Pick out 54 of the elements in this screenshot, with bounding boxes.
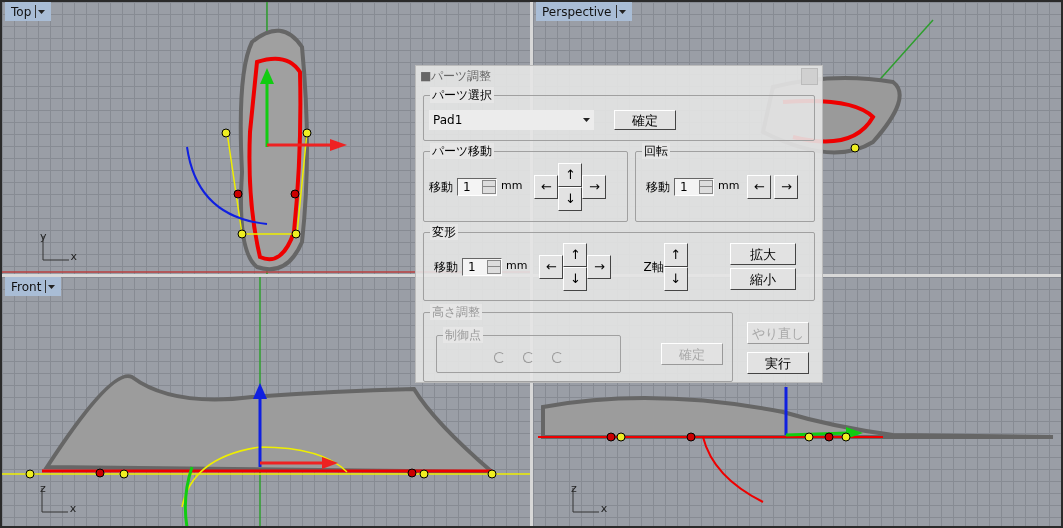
dialog-title: ■パーツ調整 xyxy=(420,68,492,85)
number-spinner[interactable]: 1 xyxy=(462,257,502,276)
spin-arrows-icon xyxy=(487,259,501,274)
unit-label: mm xyxy=(506,258,528,275)
spin-arrows-icon xyxy=(482,179,496,194)
up-arrow-button[interactable]: ↑ xyxy=(558,162,583,187)
group-title: 変形 xyxy=(430,224,458,240)
spin-label: 移動 xyxy=(434,258,458,276)
axis-label: z xyxy=(40,483,46,494)
axis-label: x xyxy=(600,503,608,514)
spin-arrows-icon xyxy=(699,179,713,194)
unit-label: mm xyxy=(718,178,740,195)
z-axis-label: Z軸 xyxy=(643,258,664,276)
confirm-button[interactable]: 確定 xyxy=(614,110,676,130)
dropdown-caret-icon xyxy=(583,118,590,122)
axis-label: x xyxy=(70,251,78,262)
close-button[interactable] xyxy=(801,67,818,85)
axis-label: x xyxy=(69,503,77,514)
spin-label: 移動 xyxy=(646,178,670,196)
up-arrow-button[interactable]: ↑ xyxy=(663,242,688,267)
group-title: パーツ移動 xyxy=(430,143,494,159)
number-spinner[interactable]: 1 xyxy=(674,177,714,196)
right-arrow-button[interactable]: → xyxy=(774,174,799,199)
axis-icon xyxy=(39,488,70,514)
group-title: 制御点 xyxy=(443,327,483,343)
viewport-tab[interactable]: Perspective xyxy=(536,2,632,21)
right-arrow-button[interactable]: → xyxy=(582,174,607,199)
dropdown-caret-icon xyxy=(48,284,56,289)
axis-label: z xyxy=(571,483,577,494)
spin-label: 移動 xyxy=(429,178,453,196)
down-arrow-button[interactable]: ↓ xyxy=(663,266,688,291)
group-title: 高さ調整 xyxy=(430,304,482,320)
viewport-tab[interactable]: Top xyxy=(5,2,52,21)
dropdown-caret-icon xyxy=(618,9,626,14)
down-arrow-button[interactable]: ↓ xyxy=(558,186,583,211)
up-arrow-button[interactable]: ↑ xyxy=(563,242,588,267)
unit-label: mm xyxy=(501,178,523,195)
axis-icon xyxy=(40,236,71,262)
dropdown-caret-icon xyxy=(38,9,46,14)
parts-dropdown[interactable]: Pad1 xyxy=(429,110,594,130)
number-spinner[interactable]: 1 xyxy=(457,177,497,196)
enlarge-button[interactable]: 拡大 xyxy=(729,243,796,265)
viewport-tab[interactable]: Front xyxy=(5,277,62,296)
run-button[interactable]: 実行 xyxy=(747,352,809,374)
left-arrow-button[interactable]: ← xyxy=(747,174,772,199)
shrink-button[interactable]: 縮小 xyxy=(729,268,796,290)
down-arrow-button[interactable]: ↓ xyxy=(563,266,588,291)
group-title: パーツ選択 xyxy=(430,87,494,103)
right-arrow-button[interactable]: → xyxy=(587,254,612,279)
left-arrow-button[interactable]: ← xyxy=(539,254,564,279)
group-title: 回転 xyxy=(642,143,670,159)
axis-icon xyxy=(570,488,601,514)
axis-label: y xyxy=(40,231,47,242)
left-arrow-button[interactable]: ← xyxy=(534,174,559,199)
